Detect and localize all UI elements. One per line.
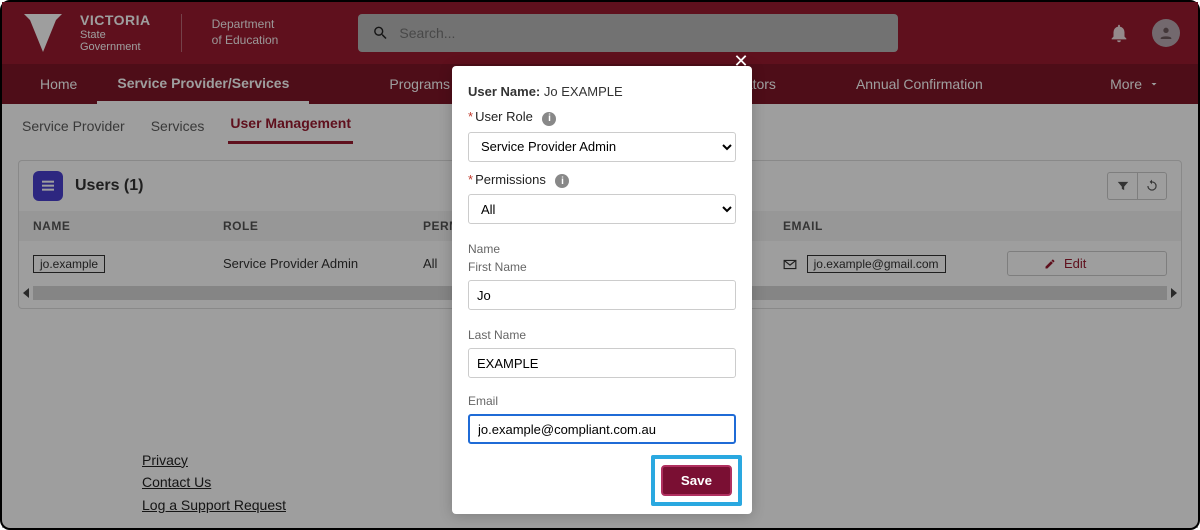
user-name-label: User Name: [468,84,540,99]
col-email: EMAIL [783,219,1007,233]
tab-home[interactable]: Home [20,64,97,104]
first-name-field[interactable] [468,280,736,310]
email-field[interactable] [468,414,736,444]
footer-privacy[interactable]: Privacy [142,449,286,471]
cell-email: jo.example@gmail.com [807,255,946,273]
edit-user-modal: ✕ User Name: Jo EXAMPLE *User Role i Ser… [452,66,752,514]
footer-contact[interactable]: Contact Us [142,471,286,493]
first-name-label: First Name [468,260,736,274]
col-role: ROLE [223,219,423,233]
save-highlight: Save [651,455,742,506]
info-icon[interactable]: i [542,112,556,126]
global-search[interactable] [358,14,898,52]
list-icon [33,171,63,201]
edit-button[interactable]: Edit [1007,251,1167,276]
permissions-label: Permissions [475,172,546,187]
brand-logo: VICTORIA State Government Department of … [20,10,278,56]
subtab-services[interactable]: Services [149,108,207,144]
tab-more[interactable]: More [1090,64,1180,104]
cell-role: Service Provider Admin [223,256,423,271]
department-name: Department of Education [212,17,279,48]
subtab-user-management[interactable]: User Management [228,105,353,144]
save-button[interactable]: Save [661,465,732,496]
brand-title: VICTORIA [80,13,151,28]
info-icon[interactable]: i [555,174,569,188]
user-name-value: Jo EXAMPLE [544,84,623,99]
notifications-icon[interactable] [1108,22,1130,44]
tab-confirmation[interactable]: Annual Confirmation [836,64,1003,104]
email-icon [783,259,797,270]
brand-subtitle: State Government [80,29,151,53]
permissions-select[interactable]: All [468,194,736,224]
email-label: Email [468,394,736,408]
last-name-label: Last Name [468,328,736,342]
tab-service-provider[interactable]: Service Provider/Services [97,64,309,104]
search-input[interactable] [399,25,884,41]
subtab-service-provider[interactable]: Service Provider [20,108,127,144]
refresh-button[interactable] [1137,172,1167,200]
users-card-title: Users (1) [75,177,143,195]
user-avatar[interactable] [1152,19,1180,47]
filter-button[interactable] [1107,172,1137,200]
user-role-label: User Role [475,109,533,124]
cell-name: jo.example [33,255,105,273]
col-name: NAME [33,219,223,233]
close-icon[interactable]: ✕ [730,50,752,72]
user-role-select[interactable]: Service Provider Admin [468,132,736,162]
victoria-shield-icon [20,10,66,56]
chevron-down-icon [1148,78,1160,90]
pencil-icon [1044,258,1056,270]
name-section-label: Name [468,242,736,256]
search-icon [372,24,389,42]
footer-links: Privacy Contact Us Log a Support Request [142,449,286,516]
footer-support[interactable]: Log a Support Request [142,494,286,516]
global-header: VICTORIA State Government Department of … [2,2,1198,64]
last-name-field[interactable] [468,348,736,378]
vertical-divider [181,14,182,52]
